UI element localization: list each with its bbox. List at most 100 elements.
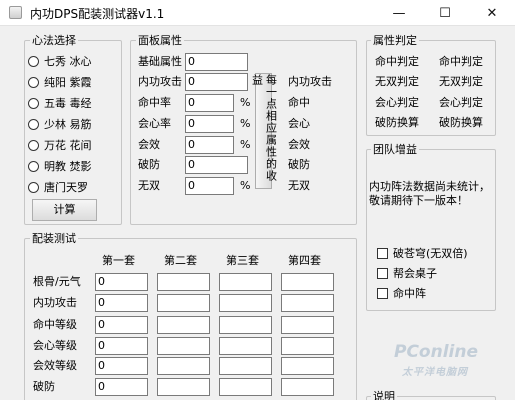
method-radio-list: 七秀 冰心 纯阳 紫霞 五毒 毒经 少林 易筋 万花 花间 明教 焚影 唐门天罗 <box>28 52 92 196</box>
radio-icon[interactable] <box>28 118 39 130</box>
panel-label-hit: 命中率 <box>138 96 171 109</box>
app-icon <box>9 6 22 19</box>
attr-judge-legend: 属性判定 <box>371 34 419 47</box>
method-option[interactable]: 七秀 冰心 <box>28 52 92 70</box>
radio-icon[interactable] <box>28 55 39 67</box>
title-bar: 内功DPS配装测试器v1.1 — ☐ ✕ <box>0 0 515 26</box>
wushuang-judge-button-2[interactable]: 无双判定 <box>439 73 483 91</box>
calculate-button[interactable]: 计算 <box>32 199 97 221</box>
equip-input-set2[interactable] <box>157 273 210 291</box>
watermark-sub: 太平洋电脑网 <box>402 367 468 378</box>
gain-label-critdmg: 会效 <box>288 138 310 151</box>
equip-input-set2[interactable] <box>157 378 210 396</box>
panel-label-pierce: 破防 <box>138 158 160 171</box>
panel-value-pierce[interactable]: 0 <box>185 156 248 174</box>
maximize-button[interactable]: ☐ <box>422 0 468 26</box>
radio-icon[interactable] <box>28 76 39 88</box>
panel-label-crit: 会心率 <box>138 117 171 130</box>
method-option[interactable]: 五毒 毒经 <box>28 94 92 112</box>
method-option[interactable]: 明教 焚影 <box>28 157 92 175</box>
panel-value-critdmg[interactable]: 0 <box>185 136 234 154</box>
equip-input-set3[interactable] <box>219 316 272 334</box>
equip-input-set3[interactable] <box>219 294 272 312</box>
radio-icon[interactable] <box>28 160 39 172</box>
watermark-brand: PConline <box>394 342 479 362</box>
radio-icon[interactable] <box>28 181 39 193</box>
equip-row-label: 内功攻击 <box>33 296 77 309</box>
equip-input-set2[interactable] <box>157 294 210 312</box>
team-buff-notice: 内功阵法数据尚未统计，敬请期待下一版本！ <box>369 180 490 207</box>
team-buff-legend: 团队增益 <box>371 143 419 156</box>
equip-input-set3[interactable] <box>219 273 272 291</box>
gain-label-hit: 命中 <box>288 96 310 109</box>
equip-row-label: 会心等级 <box>33 339 77 352</box>
pierce-convert-button[interactable]: 破防换算 <box>375 114 419 132</box>
crit-judge-button-2[interactable]: 会心判定 <box>439 94 483 112</box>
checkbox-icon[interactable] <box>377 287 388 299</box>
minimize-icon: — <box>392 5 406 21</box>
equip-input-set2[interactable] <box>157 357 210 375</box>
equip-input-set3[interactable] <box>219 357 272 375</box>
gain-label-attack: 内功攻击 <box>288 75 332 88</box>
equip-input-set4[interactable] <box>281 294 334 312</box>
column-header-set4: 第四套 <box>288 254 321 267</box>
column-header-set1: 第一套 <box>102 254 135 267</box>
checkbox-icon[interactable] <box>377 247 388 259</box>
gain-label-pierce: 破防 <box>288 158 310 171</box>
panel-label-base: 基础属性 <box>138 55 182 68</box>
radio-icon[interactable] <box>28 139 39 151</box>
help-legend: 说明 <box>371 390 397 400</box>
equip-input-set4[interactable] <box>281 337 334 355</box>
gain-label-wushuang: 无双 <box>288 179 310 192</box>
equip-input-set1[interactable]: 0 <box>95 294 148 312</box>
pierce-convert-button-2[interactable]: 破防换算 <box>439 114 483 132</box>
equip-input-set4[interactable] <box>281 316 334 334</box>
panel-value-attack[interactable]: 0 <box>185 73 248 91</box>
method-option[interactable]: 纯阳 紫霞 <box>28 73 92 91</box>
column-header-set2: 第二套 <box>164 254 197 267</box>
panel-label-critdmg: 会效 <box>138 138 160 151</box>
panel-label-wushuang: 无双 <box>138 179 160 192</box>
method-select-legend: 心法选择 <box>30 34 78 47</box>
equip-input-set4[interactable] <box>281 378 334 396</box>
equip-input-set2[interactable] <box>157 337 210 355</box>
buff-check-pocangqiong[interactable]: 破苍穹(无双倍) <box>377 245 468 261</box>
equip-input-set1[interactable]: 0 <box>95 378 148 396</box>
column-header-set3: 第三套 <box>226 254 259 267</box>
equip-test-legend: 配装测试 <box>30 232 78 245</box>
panel-label-attack: 内功攻击 <box>138 75 182 88</box>
buff-check-guild-table[interactable]: 帮会桌子 <box>377 265 437 281</box>
per-point-gain-label: 每一点相应属性的收益 <box>250 74 278 182</box>
close-button[interactable]: ✕ <box>469 0 515 26</box>
equip-input-set3[interactable] <box>219 337 272 355</box>
panel-value-crit[interactable]: 0 <box>185 115 234 133</box>
crit-judge-button[interactable]: 会心判定 <box>375 94 419 112</box>
equip-input-set4[interactable] <box>281 273 334 291</box>
window-title: 内功DPS配装测试器v1.1 <box>30 7 165 21</box>
panel-attr-legend: 面板属性 <box>136 34 184 47</box>
hit-judge-button-2[interactable]: 命中判定 <box>439 53 483 71</box>
panel-value-wushuang[interactable]: 0 <box>185 177 234 195</box>
panel-value-base[interactable]: 0 <box>185 53 248 71</box>
hit-judge-button[interactable]: 命中判定 <box>375 53 419 71</box>
radio-icon[interactable] <box>28 97 39 109</box>
equip-input-set2[interactable] <box>157 316 210 334</box>
method-option[interactable]: 少林 易筋 <box>28 115 92 133</box>
equip-input-set3[interactable] <box>219 378 272 396</box>
panel-value-hit[interactable]: 0 <box>185 94 234 112</box>
equip-input-set1[interactable]: 0 <box>95 316 148 334</box>
wushuang-judge-button[interactable]: 无双判定 <box>375 73 419 91</box>
per-point-gain-button[interactable]: 每一点相应属性的收益 <box>251 73 278 189</box>
gain-label-crit: 会心 <box>288 117 310 130</box>
method-option[interactable]: 唐门天罗 <box>28 178 92 196</box>
buff-check-hit-formation[interactable]: 命中阵 <box>377 285 426 301</box>
minimize-button[interactable]: — <box>376 0 422 26</box>
checkbox-icon[interactable] <box>377 267 388 279</box>
equip-input-set1[interactable]: 0 <box>95 273 148 291</box>
equip-input-set1[interactable]: 0 <box>95 357 148 375</box>
equip-input-set1[interactable]: 0 <box>95 337 148 355</box>
equip-input-set4[interactable] <box>281 357 334 375</box>
equip-row-label: 根骨/元气 <box>33 275 81 288</box>
close-icon: ✕ <box>486 5 498 21</box>
method-option[interactable]: 万花 花间 <box>28 136 92 154</box>
